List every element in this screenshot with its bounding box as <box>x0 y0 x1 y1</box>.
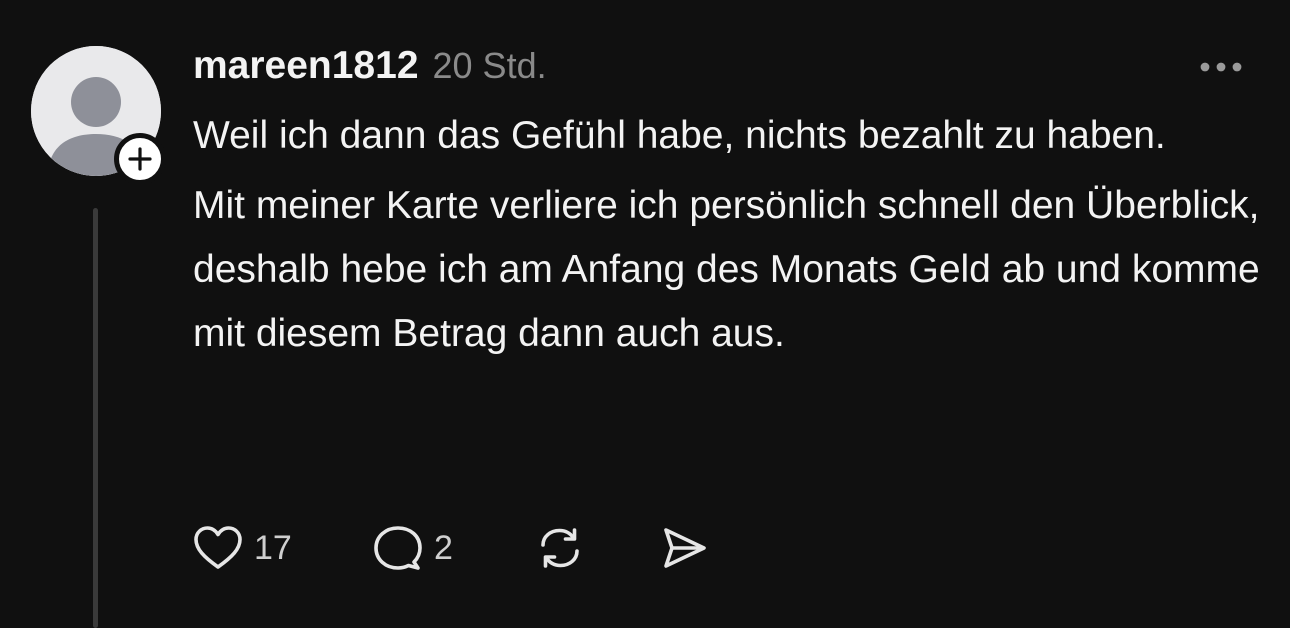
reply-button[interactable]: 2 <box>370 520 532 576</box>
like-button[interactable]: 17 <box>190 520 370 576</box>
plus-icon <box>128 147 152 171</box>
post-body: Weil ich dann das Gefühl habe, nichts be… <box>193 104 1263 372</box>
repost-icon <box>541 528 579 568</box>
send-icon <box>664 528 706 568</box>
comment-bubble-icon <box>374 526 422 570</box>
reply-count: 2 <box>434 528 453 567</box>
more-dots-icon <box>1200 62 1242 72</box>
post-paragraph: Weil ich dann das Gefühl habe, nichts be… <box>193 114 1166 157</box>
share-button[interactable] <box>656 520 716 576</box>
username[interactable]: mareen1812 <box>193 44 419 88</box>
heart-icon <box>194 526 242 569</box>
repost-button[interactable] <box>532 520 656 576</box>
follow-button[interactable] <box>114 133 166 185</box>
post-paragraph: Mit meiner Karte verliere ich persönlich… <box>193 184 1260 355</box>
like-count: 17 <box>254 528 292 567</box>
post-header: mareen1812 20 Std. <box>193 44 547 94</box>
thread-post: mareen1812 20 Std. Weil ich dann das Gef… <box>0 0 1290 628</box>
timestamp: 20 Std. <box>432 45 547 86</box>
more-options-button[interactable] <box>1196 52 1246 82</box>
post-actions: 17 2 <box>190 520 716 576</box>
thread-connector-line <box>93 208 98 628</box>
